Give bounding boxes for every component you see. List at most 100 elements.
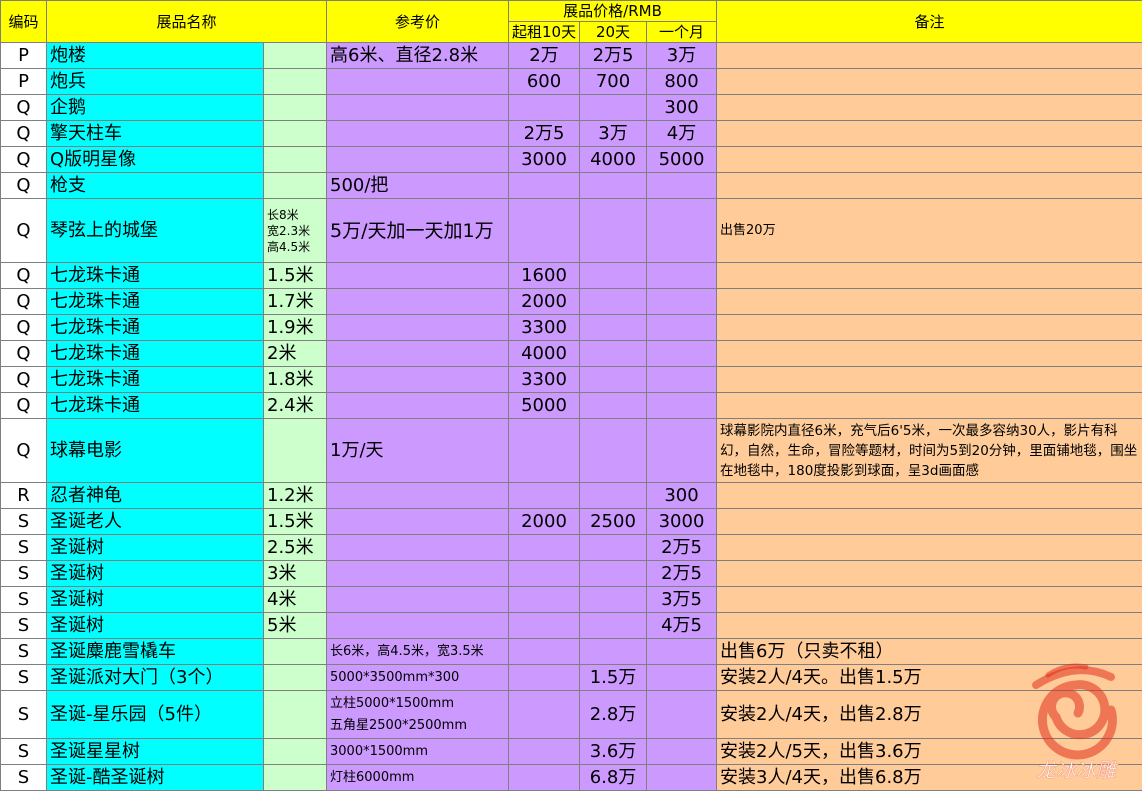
- cell-ref-price[interactable]: 灯柱6000mm: [326, 764, 510, 791]
- cell-code[interactable]: Q: [0, 198, 47, 263]
- cell-ref-price[interactable]: [326, 68, 510, 95]
- cell-price-10days[interactable]: [508, 690, 581, 739]
- cell-name[interactable]: 炮兵: [46, 68, 264, 95]
- cell-price-10days[interactable]: [508, 764, 581, 791]
- cell-spec[interactable]: 1.5米: [262, 508, 328, 535]
- cell-code[interactable]: Q: [0, 366, 47, 393]
- cell-ref-price[interactable]: 立柱5000*1500mm 五角星2500*2500mm: [326, 690, 510, 739]
- cell-spec[interactable]: 1.7米: [262, 288, 328, 315]
- cell-name[interactable]: 圣诞派对大门（3个）: [46, 664, 264, 691]
- header-note[interactable]: 备注: [716, 0, 1142, 43]
- cell-code[interactable]: S: [0, 612, 47, 639]
- cell-ref-price[interactable]: 5万/天加一天加1万: [326, 198, 510, 263]
- cell-price-1month[interactable]: 2万5: [646, 560, 718, 587]
- cell-code[interactable]: S: [0, 664, 47, 691]
- cell-price-20days[interactable]: [579, 612, 648, 639]
- header-code[interactable]: 编码: [0, 0, 47, 43]
- cell-ref-price[interactable]: [326, 366, 510, 393]
- cell-name[interactable]: 企鹅: [46, 94, 264, 121]
- cell-name[interactable]: 琴弦上的城堡: [46, 198, 264, 263]
- cell-price-1month[interactable]: [646, 340, 718, 367]
- cell-price-1month[interactable]: [646, 738, 718, 765]
- cell-price-1month[interactable]: 3万5: [646, 586, 718, 613]
- cell-price-10days[interactable]: 2万5: [508, 120, 581, 147]
- cell-ref-price[interactable]: [326, 482, 510, 509]
- cell-name[interactable]: 枪支: [46, 172, 264, 199]
- cell-name[interactable]: 圣诞星星树: [46, 738, 264, 765]
- cell-price-20days[interactable]: 3.6万: [579, 738, 648, 765]
- cell-code[interactable]: P: [0, 42, 47, 69]
- cell-note[interactable]: 出售6万（只卖不租）: [716, 638, 1142, 665]
- cell-price-1month[interactable]: [646, 198, 718, 263]
- cell-price-10days[interactable]: 4000: [508, 340, 581, 367]
- cell-name[interactable]: 圣诞树: [46, 534, 264, 561]
- cell-price-1month[interactable]: [646, 638, 718, 665]
- cell-spec[interactable]: [262, 638, 328, 665]
- cell-code[interactable]: R: [0, 482, 47, 509]
- cell-name[interactable]: Q版明星像: [46, 146, 264, 173]
- cell-code[interactable]: S: [0, 586, 47, 613]
- cell-note[interactable]: [716, 94, 1142, 121]
- cell-code[interactable]: S: [0, 738, 47, 765]
- cell-spec[interactable]: [262, 42, 328, 69]
- cell-price-20days[interactable]: 700: [579, 68, 648, 95]
- cell-ref-price[interactable]: 长6米，高4.5米，宽3.5米: [326, 638, 510, 665]
- cell-price-1month[interactable]: 800: [646, 68, 718, 95]
- cell-price-20days[interactable]: [579, 482, 648, 509]
- cell-note[interactable]: [716, 612, 1142, 639]
- cell-price-1month[interactable]: 5000: [646, 146, 718, 173]
- cell-price-1month[interactable]: [646, 172, 718, 199]
- cell-price-10days[interactable]: [508, 94, 581, 121]
- cell-code[interactable]: Q: [0, 392, 47, 419]
- cell-spec[interactable]: 2.5米: [262, 534, 328, 561]
- cell-name[interactable]: 圣诞树: [46, 586, 264, 613]
- cell-price-1month[interactable]: [646, 664, 718, 691]
- cell-price-20days[interactable]: [579, 366, 648, 393]
- cell-price-20days[interactable]: [579, 392, 648, 419]
- cell-price-10days[interactable]: 2万: [508, 42, 581, 69]
- cell-ref-price[interactable]: [326, 314, 510, 341]
- cell-code[interactable]: S: [0, 534, 47, 561]
- cell-price-20days[interactable]: [579, 638, 648, 665]
- cell-price-10days[interactable]: [508, 560, 581, 587]
- cell-note[interactable]: 安装2人/5天，出售3.6万: [716, 738, 1142, 765]
- cell-price-20days[interactable]: [579, 198, 648, 263]
- cell-spec[interactable]: 2.4米: [262, 392, 328, 419]
- cell-name[interactable]: 七龙珠卡通: [46, 262, 264, 289]
- cell-code[interactable]: Q: [0, 288, 47, 315]
- cell-price-1month[interactable]: 300: [646, 482, 718, 509]
- cell-price-1month[interactable]: [646, 314, 718, 341]
- cell-price-10days[interactable]: 5000: [508, 392, 581, 419]
- cell-price-1month[interactable]: 4万: [646, 120, 718, 147]
- header-price-20days[interactable]: 20天: [579, 21, 648, 43]
- cell-price-1month[interactable]: [646, 418, 718, 483]
- cell-ref-price[interactable]: [326, 340, 510, 367]
- cell-note[interactable]: [716, 120, 1142, 147]
- cell-price-10days[interactable]: [508, 482, 581, 509]
- cell-price-20days[interactable]: [579, 534, 648, 561]
- cell-note[interactable]: [716, 314, 1142, 341]
- cell-spec[interactable]: 4米: [262, 586, 328, 613]
- cell-price-20days[interactable]: [579, 262, 648, 289]
- cell-spec[interactable]: 长8米 宽2.3米 高4.5米: [262, 198, 328, 263]
- cell-note[interactable]: 安装2人/4天。出售1.5万: [716, 664, 1142, 691]
- cell-price-10days[interactable]: [508, 738, 581, 765]
- cell-code[interactable]: Q: [0, 262, 47, 289]
- cell-note[interactable]: [716, 340, 1142, 367]
- cell-note[interactable]: [716, 366, 1142, 393]
- cell-code[interactable]: S: [0, 560, 47, 587]
- header-ref-price[interactable]: 参考价: [326, 0, 510, 43]
- cell-spec[interactable]: [262, 146, 328, 173]
- cell-ref-price[interactable]: [326, 262, 510, 289]
- cell-price-20days[interactable]: 2万5: [579, 42, 648, 69]
- cell-price-1month[interactable]: [646, 764, 718, 791]
- cell-ref-price[interactable]: [326, 586, 510, 613]
- cell-ref-price[interactable]: [326, 288, 510, 315]
- cell-note[interactable]: [716, 392, 1142, 419]
- cell-ref-price[interactable]: 5000*3500mm*300: [326, 664, 510, 691]
- cell-spec[interactable]: 1.8米: [262, 366, 328, 393]
- cell-spec[interactable]: [262, 764, 328, 791]
- cell-price-10days[interactable]: [508, 418, 581, 483]
- cell-spec[interactable]: 1.2米: [262, 482, 328, 509]
- cell-price-10days[interactable]: 3000: [508, 146, 581, 173]
